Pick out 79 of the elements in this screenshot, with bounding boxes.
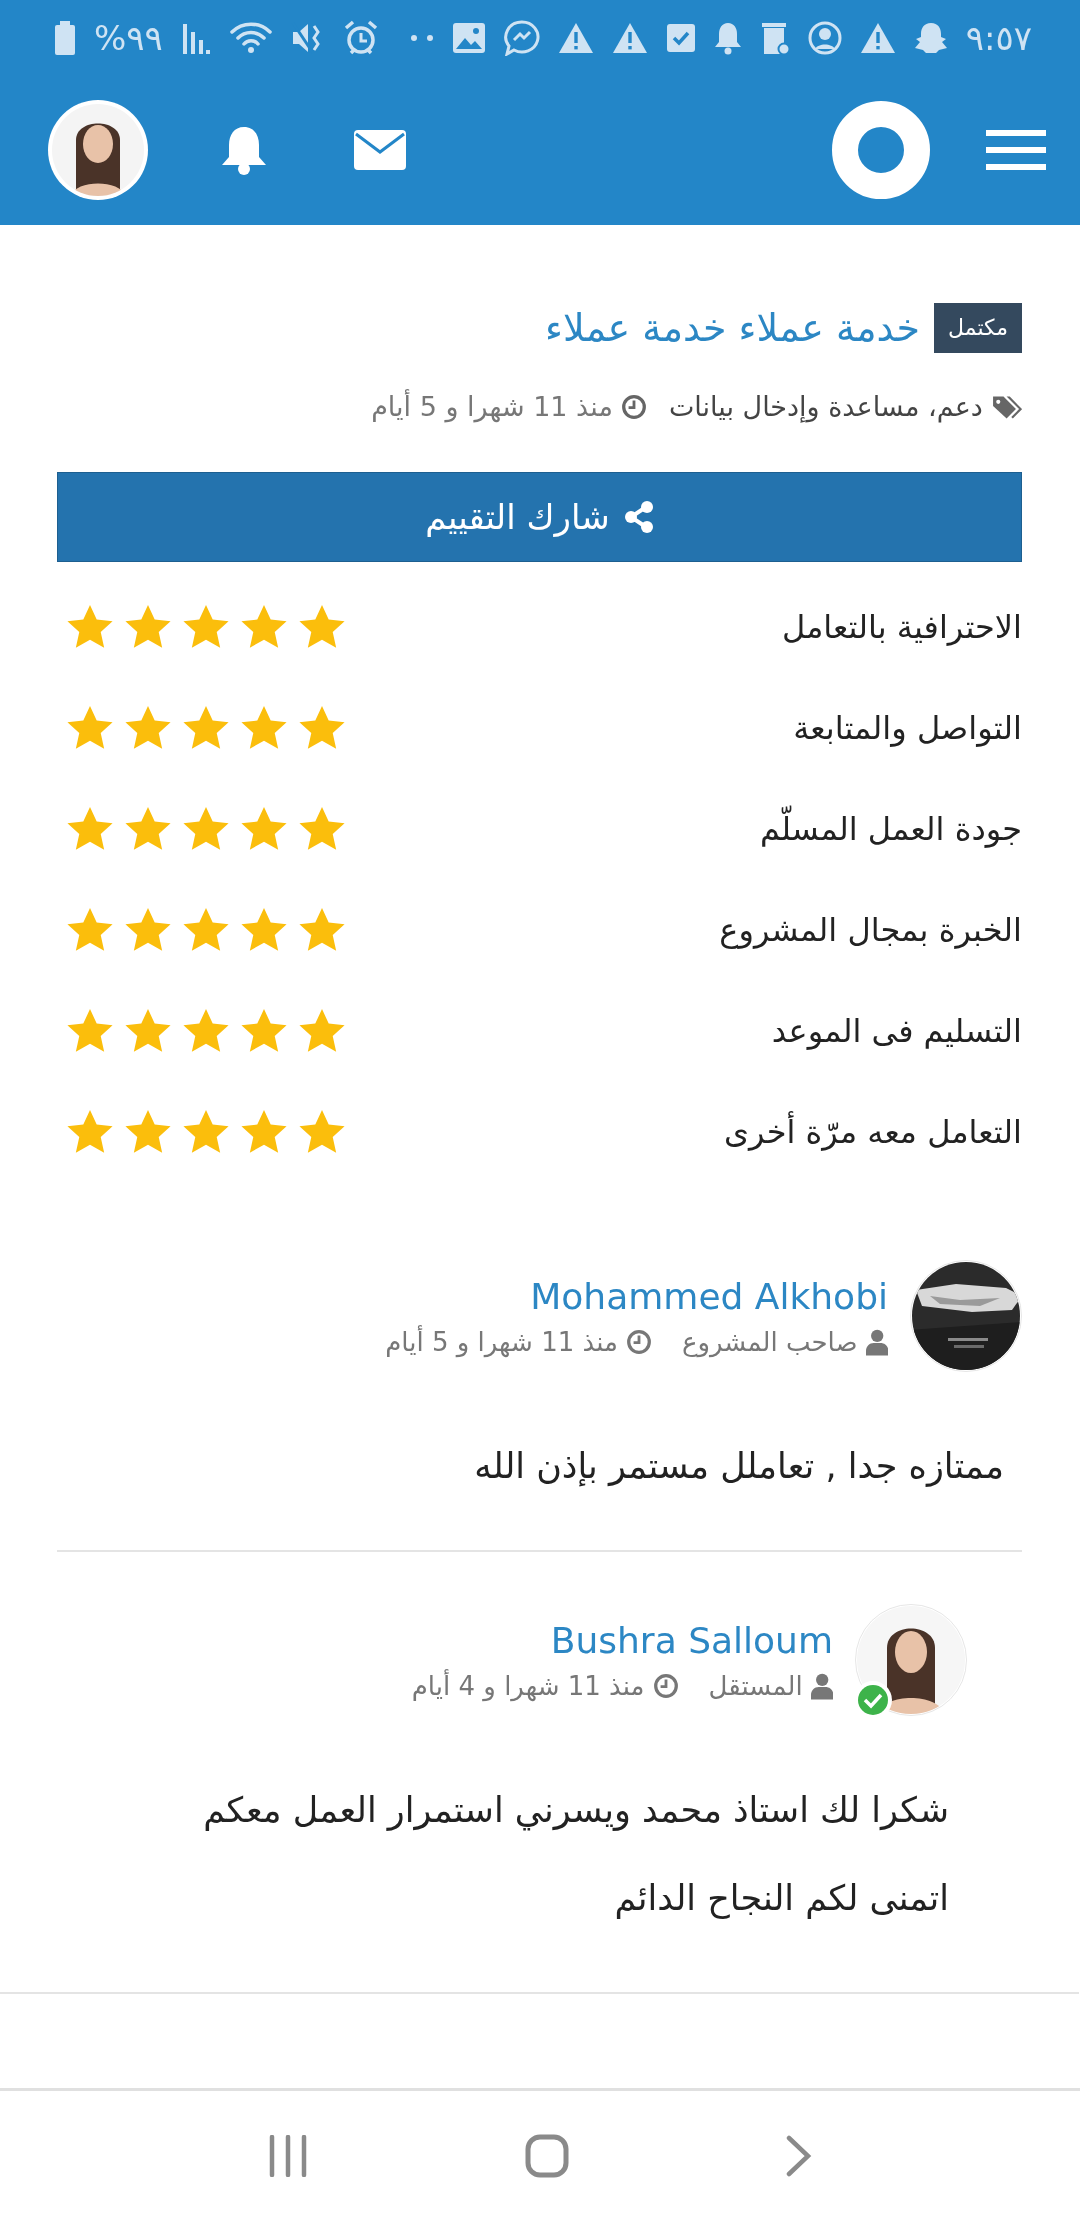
star-icon bbox=[183, 1008, 229, 1053]
rating-label: التعامل معه مرّة أخرى bbox=[723, 1112, 1022, 1151]
more-icon bbox=[409, 33, 434, 42]
project-title[interactable]: خدمة عملاء خدمة عملاء bbox=[545, 306, 921, 350]
star-icon bbox=[299, 705, 345, 750]
warning-icon bbox=[557, 21, 594, 54]
battery-icon bbox=[54, 20, 76, 55]
menu-icon[interactable] bbox=[986, 128, 1046, 172]
project-categories: دعم، مساعدة وإدخال بيانات bbox=[668, 391, 983, 422]
signal-icon bbox=[180, 21, 211, 54]
star-icon bbox=[299, 806, 345, 851]
star-icon bbox=[299, 1109, 345, 1154]
review-time: منذ 11 شهرا و 5 أيام bbox=[385, 1326, 618, 1357]
star-icon bbox=[125, 806, 171, 851]
reviewer-role: صاحب المشروع bbox=[681, 1326, 858, 1357]
reviewer-role: المستقل bbox=[708, 1670, 803, 1701]
star-icon bbox=[241, 604, 287, 649]
rating-label: الاحترافية بالتعامل bbox=[781, 607, 1022, 646]
clock-icon bbox=[625, 1328, 652, 1355]
warning-icon bbox=[611, 21, 648, 54]
review-comment: اتمنى لكم النجاح الدائم bbox=[613, 1877, 949, 1921]
share-icon bbox=[623, 501, 654, 533]
star-icon bbox=[241, 1109, 287, 1154]
user-icon bbox=[810, 1671, 833, 1700]
star-icon bbox=[241, 806, 287, 851]
star-icon bbox=[183, 806, 229, 851]
reviewer-name[interactable]: Bushra Salloum bbox=[411, 1619, 833, 1661]
star-icon bbox=[183, 907, 229, 952]
share-rating-button[interactable]: شارك التقييم bbox=[57, 472, 1022, 562]
clock-time: ٩:٥٧ bbox=[965, 20, 1032, 55]
star-icon bbox=[183, 604, 229, 649]
warning-icon bbox=[859, 21, 896, 54]
star-icon bbox=[67, 1008, 113, 1053]
star-icon bbox=[67, 604, 113, 649]
wifi-icon bbox=[228, 20, 273, 55]
rating-label: التواصل والمتابعة bbox=[793, 708, 1022, 747]
star-icon bbox=[67, 907, 113, 952]
star-icon bbox=[125, 1109, 171, 1154]
star-icon bbox=[125, 907, 171, 952]
clock-icon bbox=[620, 393, 647, 420]
ghost-icon bbox=[913, 20, 948, 55]
review-time: منذ 11 شهرا و 4 أيام bbox=[411, 1670, 645, 1701]
star-icon bbox=[241, 907, 287, 952]
star-icon bbox=[67, 705, 113, 750]
user-icon bbox=[865, 1327, 888, 1356]
review-comment: شكرا لك استاذ محمد ويسرني استمرار العمل معكم bbox=[202, 1789, 949, 1833]
forward-icon[interactable] bbox=[785, 2134, 812, 2177]
star-icon bbox=[125, 604, 171, 649]
star-icon bbox=[67, 1109, 113, 1154]
image-icon bbox=[451, 21, 486, 54]
star-icon bbox=[125, 705, 171, 750]
recent-apps-icon[interactable] bbox=[268, 2134, 309, 2177]
messages-icon[interactable] bbox=[354, 130, 406, 170]
star-icon bbox=[241, 1008, 287, 1053]
project-time: منذ 11 شهرا و 5 أيام bbox=[371, 391, 613, 422]
battery-level: %٩٩ bbox=[94, 20, 163, 55]
star-icon bbox=[125, 1008, 171, 1053]
star-icon bbox=[299, 1008, 345, 1053]
chat-icon bbox=[503, 19, 540, 56]
star-icon bbox=[299, 907, 345, 952]
star-icon bbox=[299, 604, 345, 649]
bell-icon bbox=[713, 20, 742, 55]
alarm-icon bbox=[342, 19, 379, 56]
review-comment: ممتازه جدا , تعاملل مستمر بإذن الله bbox=[473, 1445, 1004, 1489]
clock-icon bbox=[652, 1672, 679, 1699]
rating-label: الخبرة بمجال المشروع bbox=[719, 910, 1022, 949]
profile-avatar[interactable] bbox=[48, 100, 148, 200]
home-icon[interactable] bbox=[525, 2133, 569, 2178]
status-badge: مكتمل bbox=[934, 303, 1022, 353]
star-icon bbox=[67, 806, 113, 851]
reviewer-name[interactable]: Mohammed Alkhobi bbox=[385, 1275, 888, 1317]
account-icon bbox=[807, 20, 842, 55]
star-icon bbox=[183, 705, 229, 750]
star-icon bbox=[183, 1109, 229, 1154]
logo-icon[interactable] bbox=[832, 101, 930, 199]
star-icon bbox=[241, 705, 287, 750]
rating-label: التسليم فى الموعد bbox=[771, 1011, 1022, 1050]
notifications-icon[interactable] bbox=[220, 125, 268, 175]
checkbox-icon bbox=[665, 21, 696, 54]
